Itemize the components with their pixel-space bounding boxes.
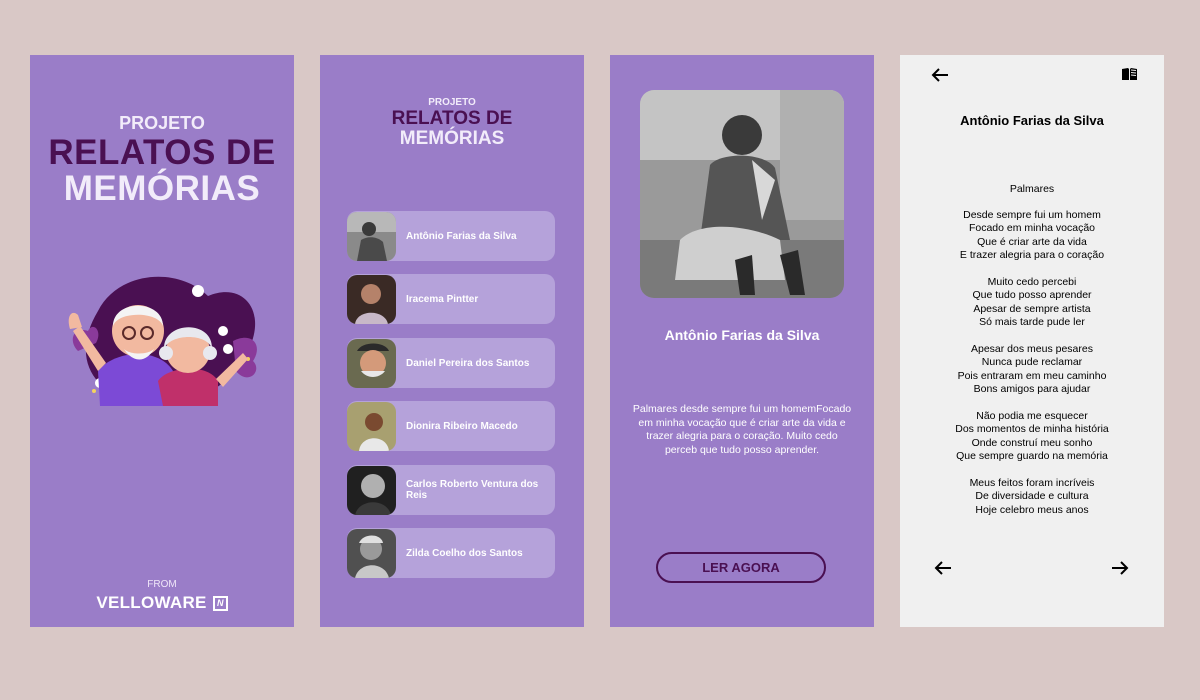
poem-stanza: Meus feitos foram incríveis De diversidad… xyxy=(900,477,1164,517)
splash-projeto-label: PROJETO xyxy=(119,113,205,133)
person-name: Carlos Roberto Ventura dos Reis xyxy=(406,479,539,501)
person-card[interactable]: Antônio Farias da Silva xyxy=(347,211,555,261)
reader-screen: Antônio Farias da Silva Palmares Desde s… xyxy=(900,55,1164,627)
arrow-left-icon[interactable] xyxy=(931,67,949,83)
person-card[interactable]: Carlos Roberto Ventura dos Reis xyxy=(347,465,555,515)
poem-line: Apesar de sempre artista xyxy=(973,302,1091,315)
reader-title: Antônio Farias da Silva xyxy=(960,113,1104,128)
brand-name: VELLOWARE xyxy=(96,593,207,612)
poem-line: Meus feitos foram incríveis xyxy=(969,477,1095,490)
person-card[interactable]: Iracema Pintter xyxy=(347,274,555,324)
poem-line: Nunca pude reclamar xyxy=(981,356,1083,369)
brand-lockup: VELLOWARE N xyxy=(30,593,294,613)
person-card[interactable]: Zilda Coelho dos Santos xyxy=(347,528,555,578)
person-photo xyxy=(347,274,396,324)
poem-line: Que é criar arte da vida xyxy=(977,235,1087,248)
poem-line: Que sempre guardo na memória xyxy=(956,450,1108,463)
poem-line: De diversidade e cultura xyxy=(975,490,1089,503)
poem-line: Hoje celebro meus anos xyxy=(975,503,1089,516)
person-card[interactable]: Daniel Pereira dos Santos xyxy=(347,338,555,388)
poem-title: Palmares xyxy=(1009,183,1055,195)
list-relatos-title: RELATOS DE xyxy=(391,108,513,129)
arrow-right-icon[interactable] xyxy=(1111,560,1129,576)
poem-line: Onde construí meu sonho xyxy=(971,436,1093,449)
poem-line: Que tudo posso aprender xyxy=(972,289,1092,302)
person-photo xyxy=(347,528,396,578)
poem-line: Dos momentos de minha história xyxy=(955,423,1109,436)
person-name: Daniel Pereira dos Santos xyxy=(406,357,530,369)
read-now-button[interactable]: LER AGORA xyxy=(656,552,826,583)
person-photo xyxy=(347,211,396,261)
book-icon[interactable] xyxy=(1121,67,1138,81)
person-detail-screen: Antônio Farias da Silva Palmares desde s… xyxy=(610,55,874,627)
from-label: FROM xyxy=(147,579,177,590)
person-photo xyxy=(347,401,396,451)
poem-line: Pois entraram em meu caminho xyxy=(957,369,1107,382)
poem-line: Bons amigos para ajudar xyxy=(973,383,1091,396)
elderly-couple-illustration xyxy=(68,276,257,406)
story-excerpt: Palmares desde sempre fui um homemFocado… xyxy=(632,403,852,456)
people-list-screen: PROJETO RELATOS DE MEMÓRIAS Antônio Fari… xyxy=(320,55,584,627)
poem-body: Desde sempre fui um homem Focado em minha… xyxy=(900,209,1164,531)
list-memorias-title: MEMÓRIAS xyxy=(399,128,505,149)
poem-stanza: Não podia me esquecer Dos momentos de min… xyxy=(900,410,1164,464)
arrow-left-icon[interactable] xyxy=(934,560,952,576)
person-name: Dionira Ribeiro Macedo xyxy=(406,420,518,432)
poem-line: Apesar dos meus pesares xyxy=(971,343,1093,356)
poem-line: Focado em minha vocação xyxy=(968,222,1096,235)
splash-screen: PROJETO RELATOS DE MEMÓRIAS FROM VELLOWA… xyxy=(30,55,294,627)
poem-stanza: Muito cedo percebi Que tudo posso aprende… xyxy=(900,276,1164,330)
person-name: Iracema Pintter xyxy=(406,293,479,305)
poem-stanza: Apesar dos meus pesares Nunca pude reclam… xyxy=(900,343,1164,397)
person-portrait xyxy=(640,90,844,298)
person-name: Antônio Farias da Silva xyxy=(406,230,517,242)
list-projeto-label: PROJETO xyxy=(428,97,476,108)
brand-logo-icon: N xyxy=(212,595,228,611)
person-photo xyxy=(347,338,396,388)
poem-line: Não podia me esquecer xyxy=(976,410,1088,423)
person-name: Zilda Coelho dos Santos xyxy=(406,547,523,559)
person-card[interactable]: Dionira Ribeiro Macedo xyxy=(347,401,555,451)
splash-relatos-title: RELATOS DE xyxy=(48,133,276,172)
poem-stanza: Desde sempre fui um homem Focado em minha… xyxy=(900,209,1164,263)
poem-line: Muito cedo percebi xyxy=(987,276,1077,289)
splash-memorias-title: MEMÓRIAS xyxy=(63,169,261,208)
poem-line: Desde sempre fui um homem xyxy=(963,209,1101,221)
poem-line: Só mais tarde pude ler xyxy=(979,316,1085,329)
person-name-heading: Antônio Farias da Silva xyxy=(664,327,820,343)
poem-line: E trazer alegria para o coração xyxy=(959,249,1105,262)
person-photo xyxy=(347,465,396,515)
